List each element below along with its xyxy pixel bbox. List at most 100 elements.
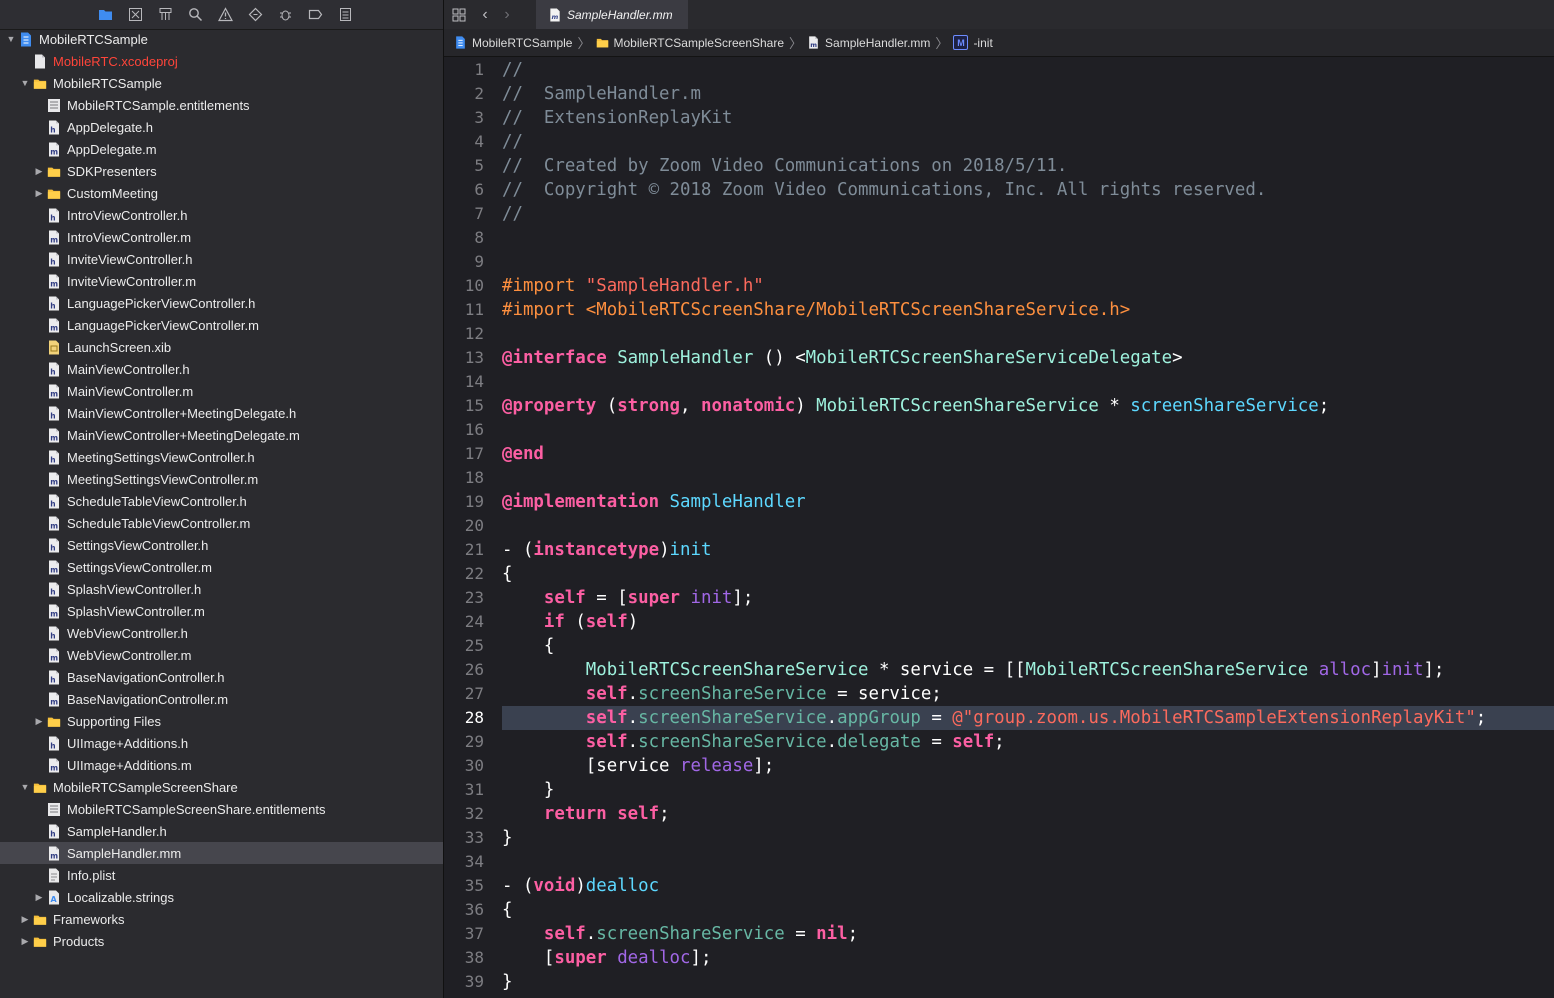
tree-file-item[interactable]: MobileRTCSample.entitlements: [0, 94, 443, 116]
breadcrumb-segment[interactable]: MobileRTCSampleScreenShare: [596, 36, 784, 50]
tree-file-item[interactable]: m IntroViewController.m: [0, 226, 443, 248]
tree-file-item[interactable]: m MeetingSettingsViewController.m: [0, 468, 443, 490]
tree-file-item[interactable]: m SampleHandler.mm: [0, 842, 443, 864]
tree-file-item[interactable]: m BaseNavigationController.m: [0, 688, 443, 710]
breakpoint-navigator-button[interactable]: [300, 0, 330, 29]
code-line[interactable]: 8: [444, 226, 1554, 250]
disclosure-triangle-icon[interactable]: ▼: [18, 776, 32, 798]
code-line[interactable]: 39}: [444, 970, 1554, 994]
tree-file-item[interactable]: m InviteViewController.m: [0, 270, 443, 292]
code-line[interactable]: 11 #import <MobileRTCScreenShare/MobileRT…: [444, 298, 1554, 322]
tree-file-item[interactable]: h BaseNavigationController.h: [0, 666, 443, 688]
code-line[interactable]: 36 {: [444, 898, 1554, 922]
tree-file-item[interactable]: h ScheduleTableViewController.h: [0, 490, 443, 512]
tree-file-item[interactable]: h AppDelegate.h: [0, 116, 443, 138]
code-line[interactable]: 15 @property (strong, nonatomic) MobileRT…: [444, 394, 1554, 418]
code-line[interactable]: 9: [444, 250, 1554, 274]
tree-file-item[interactable]: h SettingsViewController.h: [0, 534, 443, 556]
tree-file-item[interactable]: m LanguagePickerViewController.m: [0, 314, 443, 336]
tree-file-item[interactable]: h SplashViewController.h: [0, 578, 443, 600]
tree-group-item[interactable]: ▶ CustomMeeting: [0, 182, 443, 204]
tree-file-item[interactable]: h MeetingSettingsViewController.h: [0, 446, 443, 468]
disclosure-triangle-icon[interactable]: ▶: [32, 182, 46, 204]
code-line[interactable]: 28 self.screenShareService.appGroup = @"…: [444, 706, 1554, 730]
code-line[interactable]: 25 {: [444, 634, 1554, 658]
code-line[interactable]: 3 // ExtensionReplayKit: [444, 106, 1554, 130]
code-line[interactable]: 13 @interface SampleHandler () <MobileRTC…: [444, 346, 1554, 370]
disclosure-triangle-icon[interactable]: ▶: [32, 160, 46, 182]
tree-file-item[interactable]: h LanguagePickerViewController.h: [0, 292, 443, 314]
code-line[interactable]: 4 //: [444, 130, 1554, 154]
code-line[interactable]: 24 if (self): [444, 610, 1554, 634]
code-line[interactable]: 31 }: [444, 778, 1554, 802]
forward-button[interactable]: ›: [496, 0, 518, 29]
code-line[interactable]: 14: [444, 370, 1554, 394]
code-line[interactable]: 35 - (void)dealloc: [444, 874, 1554, 898]
tree-file-item[interactable]: m MainViewController.m: [0, 380, 443, 402]
code-line[interactable]: 2 // SampleHandler.m: [444, 82, 1554, 106]
disclosure-triangle-icon[interactable]: ▼: [18, 72, 32, 94]
tree-file-item[interactable]: Info.plist: [0, 864, 443, 886]
tree-file-item[interactable]: ▶ A Localizable.strings: [0, 886, 443, 908]
disclosure-triangle-icon[interactable]: ▼: [4, 28, 18, 50]
tree-file-item[interactable]: h InviteViewController.h: [0, 248, 443, 270]
code-line[interactable]: 38 [super dealloc];: [444, 946, 1554, 970]
disclosure-triangle-icon[interactable]: ▶: [18, 930, 32, 952]
breadcrumb-segment[interactable]: MobileRTCSample: [454, 36, 572, 50]
disclosure-triangle-icon[interactable]: ▶: [18, 908, 32, 930]
code-line[interactable]: 7 //: [444, 202, 1554, 226]
related-items-button[interactable]: [444, 0, 474, 29]
source-editor[interactable]: 1 // 2 // SampleHandler.m 3 // ExtensionRepla…: [444, 57, 1554, 998]
code-line[interactable]: 12: [444, 322, 1554, 346]
hierarchy-navigator-button[interactable]: [150, 0, 180, 29]
code-line[interactable]: 21 - (instancetype)init: [444, 538, 1554, 562]
tree-file-item[interactable]: m ScheduleTableViewController.m: [0, 512, 443, 534]
tree-file-item[interactable]: h WebViewController.h: [0, 622, 443, 644]
breadcrumb-segment[interactable]: M -init: [953, 35, 993, 50]
tree-file-item[interactable]: h MainViewController.h: [0, 358, 443, 380]
tree-file-item[interactable]: h SampleHandler.h: [0, 820, 443, 842]
tree-file-item[interactable]: m UIImage+Additions.m: [0, 754, 443, 776]
tree-file-item[interactable]: h IntroViewController.h: [0, 204, 443, 226]
tree-group-item[interactable]: ▶ Products: [0, 930, 443, 952]
tree-file-item[interactable]: m MainViewController+MeetingDelegate.m: [0, 424, 443, 446]
code-line[interactable]: 18: [444, 466, 1554, 490]
search-navigator-button[interactable]: [180, 0, 210, 29]
test-navigator-button[interactable]: [240, 0, 270, 29]
code-line[interactable]: 6 // Copyright © 2018 Zoom Video Communic…: [444, 178, 1554, 202]
folder-navigator-button[interactable]: [90, 0, 120, 29]
code-line[interactable]: 26 MobileRTCScreenShareService * service…: [444, 658, 1554, 682]
code-line[interactable]: 32 return self;: [444, 802, 1554, 826]
code-line[interactable]: 20: [444, 514, 1554, 538]
code-line[interactable]: 37 self.screenShareService = nil;: [444, 922, 1554, 946]
code-line[interactable]: 33}: [444, 826, 1554, 850]
disclosure-triangle-icon[interactable]: ▶: [32, 886, 46, 908]
tree-group-item[interactable]: ▶ Frameworks: [0, 908, 443, 930]
code-line[interactable]: 5 // Created by Zoom Video Communications…: [444, 154, 1554, 178]
tab-samplehandler-mm[interactable]: m SampleHandler.mm: [536, 0, 688, 29]
report-navigator-button[interactable]: [330, 0, 360, 29]
code-line[interactable]: 30 [service release];: [444, 754, 1554, 778]
tree-group-item[interactable]: ▼ MobileRTCSample: [0, 72, 443, 94]
code-line[interactable]: 16: [444, 418, 1554, 442]
tree-group-item[interactable]: ▼ MobileRTCSampleScreenShare: [0, 776, 443, 798]
code-line[interactable]: 1 //: [444, 58, 1554, 82]
code-line[interactable]: 19 @implementation SampleHandler: [444, 490, 1554, 514]
code-line[interactable]: 23 self = [super init];: [444, 586, 1554, 610]
disclosure-triangle-icon[interactable]: ▶: [32, 710, 46, 732]
code-line[interactable]: 17 @end: [444, 442, 1554, 466]
source-control-navigator-button[interactable]: [120, 0, 150, 29]
tree-group-item[interactable]: ▶ Supporting Files: [0, 710, 443, 732]
debug-navigator-button[interactable]: [270, 0, 300, 29]
back-button[interactable]: ‹: [474, 0, 496, 29]
code-line[interactable]: 34: [444, 850, 1554, 874]
tree-group-item[interactable]: ▼ MobileRTCSample: [0, 28, 443, 50]
tree-file-item[interactable]: h MainViewController+MeetingDelegate.h: [0, 402, 443, 424]
code-line[interactable]: 29 self.screenShareService.delegate = se…: [444, 730, 1554, 754]
tree-file-item[interactable]: MobileRTCSampleScreenShare.entitlements: [0, 798, 443, 820]
breadcrumb-segment[interactable]: m SampleHandler.mm: [807, 36, 930, 50]
tree-file-item[interactable]: m SettingsViewController.m: [0, 556, 443, 578]
code-line[interactable]: 27 self.screenShareService = service;: [444, 682, 1554, 706]
tree-file-item[interactable]: h UIImage+Additions.h: [0, 732, 443, 754]
tree-file-item[interactable]: LaunchScreen.xib: [0, 336, 443, 358]
